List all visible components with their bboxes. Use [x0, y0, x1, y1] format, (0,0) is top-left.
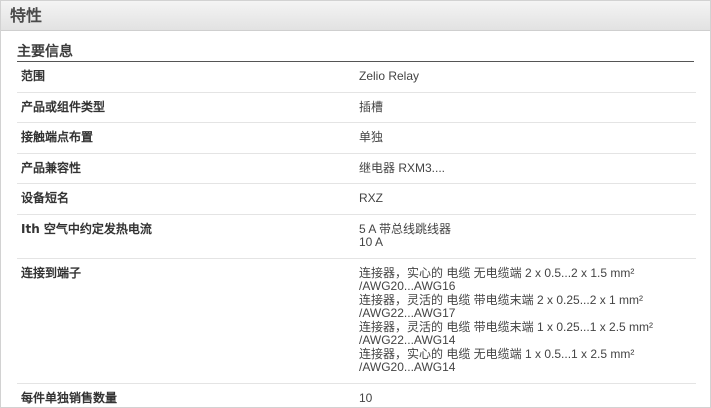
- spec-value: 继电器 RXM3....: [359, 153, 696, 184]
- spec-value-line: 10: [359, 390, 373, 405]
- spec-label-text: 连接到端子: [21, 265, 82, 280]
- spec-value-line: /AWG22...AWG17: [359, 306, 456, 320]
- spec-label: 设备短名: [17, 183, 359, 215]
- spec-label: 连接到端子: [17, 258, 359, 384]
- spec-value-line: 连接器，实心的 电缆 无电缆端 2 x 0.5...2 x 1.5 mm²: [359, 265, 635, 280]
- spec-value: 5 A 带总线跳线器 10 A: [359, 214, 696, 259]
- spec-value-line: /AWG22...AWG14: [359, 333, 456, 347]
- spec-value: RXZ: [359, 183, 696, 215]
- spec-row: 接触端点布置 单独: [17, 122, 696, 154]
- spec-value-line: /AWG20...AWG14: [359, 360, 456, 374]
- spec-label: 接触端点布置: [17, 122, 359, 154]
- spec-value: 单独: [359, 122, 696, 154]
- spec-label: 产品兼容性: [17, 153, 359, 184]
- spec-value-line: 连接器，灵活的 电缆 带电缆末端 1 x 0.25...1 x 2.5 mm²: [359, 319, 654, 334]
- spec-label: 每件单独销售数量: [17, 383, 359, 407]
- spec-value: Zelio Relay: [359, 62, 696, 93]
- spec-label-text: 产品或组件类型: [21, 99, 106, 114]
- spec-row: 连接到端子 连接器，实心的 电缆 无电缆端 2 x 0.5...2 x 1.5 m…: [17, 258, 696, 384]
- section-title: 主要信息: [17, 43, 694, 62]
- spec-value-line: RXZ: [359, 191, 383, 205]
- spec-value-line: 插槽: [359, 99, 384, 114]
- spec-value-line: 连接器，灵活的 电缆 带电缆末端 2 x 0.25...2 x 1 mm²: [359, 292, 644, 307]
- spec-label-text: 每件单独销售数量: [21, 390, 118, 405]
- spec-label-text: 范围: [21, 69, 46, 83]
- spec-value-line: Zelio Relay: [359, 69, 420, 83]
- specs-table: 范围 Zelio Relay 产品或组件类型 插槽接触端点布置 单独产品兼容性 继电器 R…: [17, 62, 696, 407]
- characteristics-panel: 特性 主要信息 范围 Zelio Relay 产品或组件类型 插槽 接触端点布置 单独 产品…: [0, 0, 711, 408]
- spec-value-line: 连接器，实心的 电缆 无电缆端 1 x 0.5...1 x 2.5 mm²: [359, 346, 635, 361]
- spec-label-text: 产品兼容性: [21, 160, 82, 175]
- spec-row: 产品兼容性 继电器 RXM3....: [17, 153, 696, 184]
- spec-value-line: 10 A: [359, 235, 384, 249]
- spec-value-line: 单独: [359, 130, 384, 144]
- spec-row: 设备短名 RXZ: [17, 183, 696, 215]
- spec-value: 插槽: [359, 92, 696, 123]
- spec-row: 产品或组件类型 插槽: [17, 92, 696, 123]
- panel-header: 特性: [1, 1, 710, 31]
- spec-value: 10: [359, 383, 696, 407]
- spec-label: Ith 空气中约定发热电流: [17, 214, 359, 259]
- main-info-section: 主要信息: [17, 43, 694, 62]
- spec-row: 范围 Zelio Relay: [17, 62, 696, 93]
- spec-value-line: 5 A 带总线跳线器: [359, 221, 452, 236]
- spec-label-text: 接触端点布置: [21, 130, 94, 144]
- spec-row: 每件单独销售数量 10: [17, 383, 696, 407]
- spec-label: 产品或组件类型: [17, 92, 359, 123]
- spec-value-line: /AWG20...AWG16: [359, 279, 456, 293]
- spec-row: Ith 空气中约定发热电流 5 A 带总线跳线器 10 A: [17, 214, 696, 259]
- spec-label: 范围: [17, 62, 359, 93]
- spec-value: 连接器，实心的 电缆 无电缆端 2 x 0.5...2 x 1.5 mm²/AW…: [359, 258, 696, 384]
- spec-value-line: 继电器 RXM3....: [359, 160, 446, 175]
- spec-label-text: 设备短名: [21, 191, 70, 205]
- spec-label-text: Ith 空气中约定发热电流: [21, 221, 152, 236]
